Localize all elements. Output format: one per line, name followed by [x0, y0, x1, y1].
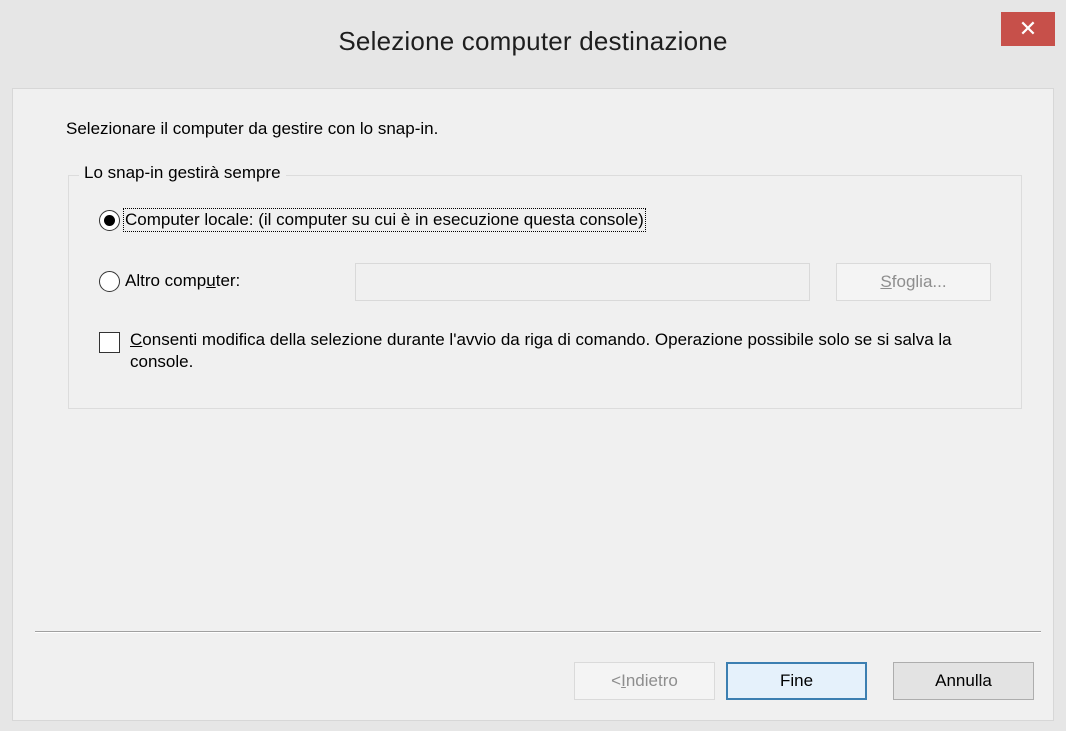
- other-computer-label[interactable]: Altro computer:: [125, 271, 240, 291]
- footer-separator-highlight: [35, 632, 1041, 633]
- local-computer-label[interactable]: Computer locale: (il computer su cui è i…: [123, 208, 646, 232]
- window-title: Selezione computer destinazione: [338, 26, 728, 56]
- back-button[interactable]: < Indietro: [574, 662, 715, 700]
- close-button[interactable]: ✕: [1001, 12, 1055, 46]
- instruction-text: Selezionare il computer da gestire con l…: [66, 119, 439, 138]
- finish-button[interactable]: Fine: [726, 662, 867, 700]
- title-bar[interactable]: Selezione computer destinazione ✕: [0, 0, 1066, 88]
- groupbox-title: Lo snap-in gestirà sempre: [79, 163, 286, 183]
- allow-change-checkbox[interactable]: [99, 332, 120, 353]
- other-computer-name-input[interactable]: [355, 263, 810, 301]
- allow-change-label[interactable]: Consenti modifica della selezione durant…: [130, 329, 1000, 373]
- close-icon: ✕: [1018, 16, 1038, 41]
- dialog-body: Selezionare il computer da gestire con l…: [12, 88, 1054, 721]
- radio-selected-dot: [104, 215, 115, 226]
- other-computer-radio[interactable]: [99, 271, 120, 292]
- local-computer-radio[interactable]: [99, 210, 120, 231]
- cancel-button[interactable]: Annulla: [893, 662, 1034, 700]
- dialog-window: Selezione computer destinazione ✕ Selezi…: [0, 0, 1066, 731]
- browse-button[interactable]: Sfoglia...: [836, 263, 991, 301]
